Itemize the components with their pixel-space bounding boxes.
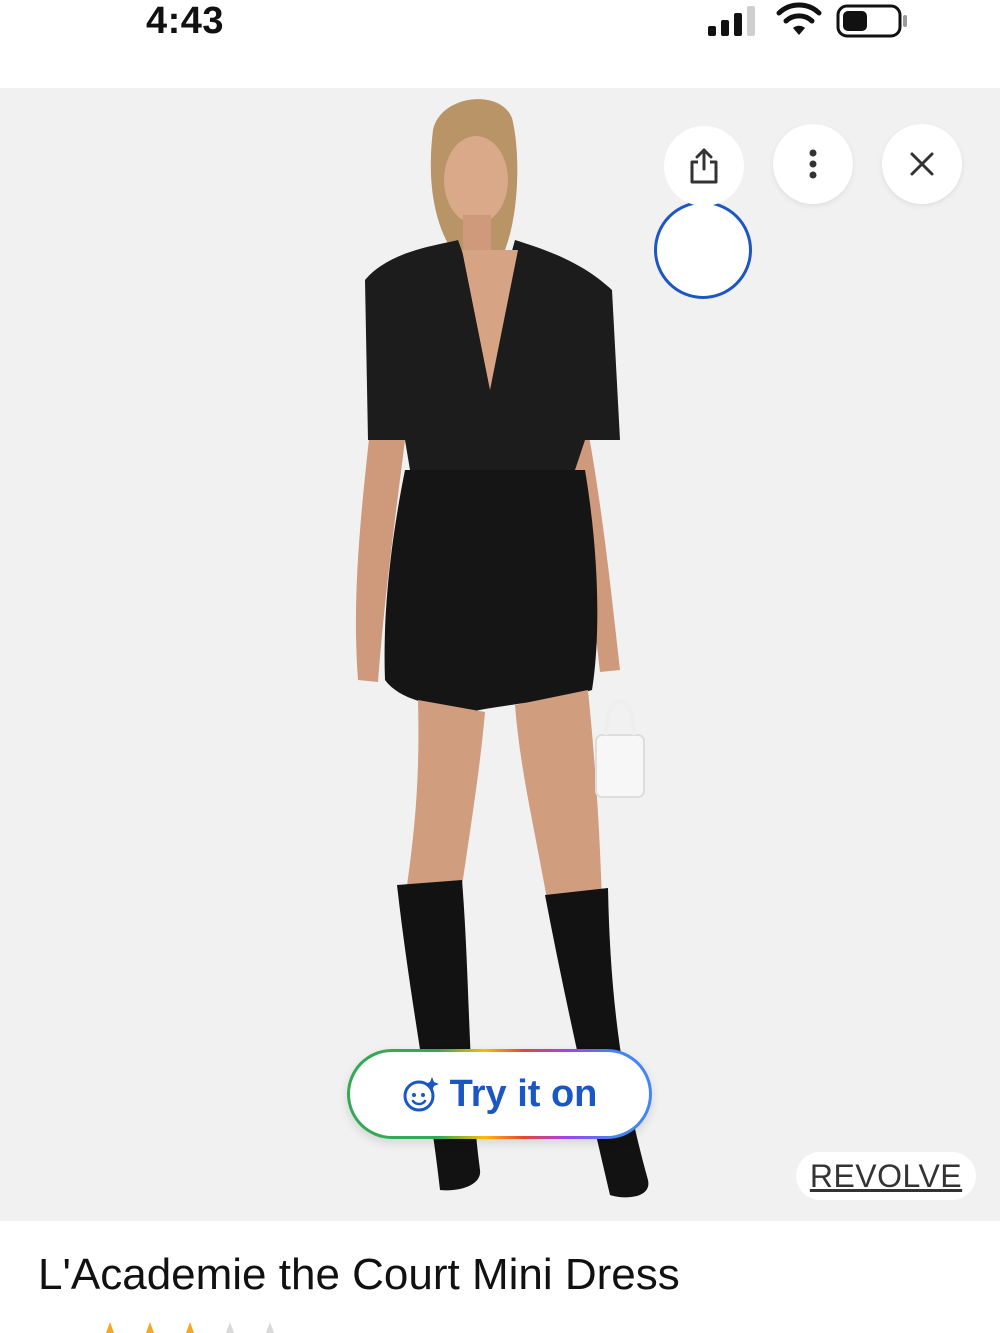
try-on-label: Try it on	[449, 1072, 598, 1115]
star-rating-icon	[106, 1322, 274, 1333]
source-link[interactable]: REVOLVE	[796, 1152, 976, 1200]
product-viewer: 4:43 Try it on REVOLVE L'Academie the Co…	[0, 0, 1000, 1333]
try-on-button[interactable]: Try it on	[347, 1049, 652, 1139]
try-on-button-inner[interactable]: Try it on	[350, 1052, 649, 1136]
source-label[interactable]: REVOLVE	[810, 1158, 962, 1195]
product-title: L'Academie the Court Mini Dress	[38, 1250, 680, 1299]
close-button[interactable]	[882, 124, 962, 204]
more-vertical-icon	[809, 149, 817, 179]
cellular-signal-icon	[708, 6, 755, 36]
wifi-icon	[776, 2, 822, 35]
product-image[interactable]: Try it on REVOLVE	[0, 88, 1000, 1221]
share-button[interactable]	[664, 126, 744, 206]
share-button-focus-ring	[654, 201, 752, 299]
status-time: 4:43	[146, 0, 225, 42]
share-icon	[690, 148, 718, 184]
close-icon	[910, 152, 934, 176]
try-on-sparkle-icon	[403, 1077, 439, 1112]
more-options-button[interactable]	[773, 124, 853, 204]
battery-icon	[836, 4, 907, 38]
status-bar: 4:43	[0, 0, 1000, 88]
